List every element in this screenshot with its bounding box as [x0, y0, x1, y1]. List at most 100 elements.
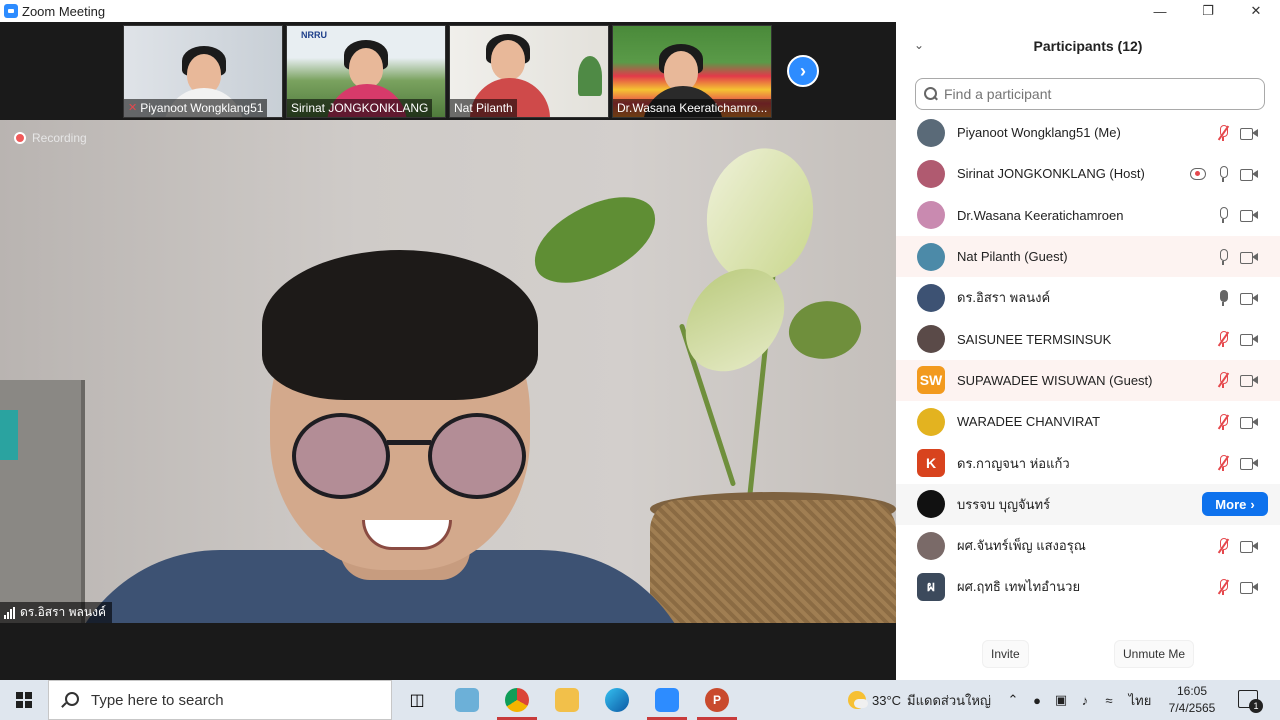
participant-row[interactable]: Nat Pilanth (Guest) [896, 235, 1280, 278]
taskbar-app-zoom[interactable] [643, 680, 691, 720]
participant-row[interactable]: SW SUPAWADEE WISUWAN (Guest) [896, 359, 1280, 402]
weather-widget[interactable]: 33°C มีแดดส่วนใหญ่ [848, 680, 991, 720]
video-camera-icon[interactable] [1240, 333, 1258, 347]
participant-avatar [917, 407, 945, 436]
participant-avatar: K [917, 449, 945, 478]
recording-indicator[interactable]: Recording [14, 131, 87, 145]
windows-logo-icon [16, 692, 32, 708]
video-camera-icon[interactable] [1240, 209, 1258, 223]
participant-avatar [917, 159, 945, 188]
participant-search-input[interactable] [944, 86, 1244, 102]
show-hidden-icons-icon[interactable]: ⌃ [1005, 692, 1021, 708]
mic-icon[interactable] [1216, 165, 1230, 182]
participant-row[interactable]: Dr.Wasana Keeratichamroen [896, 195, 1280, 236]
mic-muted-icon[interactable] [1216, 578, 1230, 595]
language-indicator[interactable]: ไทย [1127, 692, 1153, 708]
record-icon [14, 132, 26, 144]
clock-date: 7/4/2565 [1168, 701, 1216, 715]
participant-row[interactable]: ดร.อิสรา พลนงค์ [896, 277, 1280, 318]
clock[interactable]: 16:05 7/4/2565 [1162, 683, 1222, 717]
participant-row[interactable]: ผศ.จันทร์เพ็ญ แสงอรุณ [896, 525, 1280, 566]
participant-row[interactable]: WARADEE CHANVIRAT [896, 401, 1280, 442]
clock-time: 16:05 [1176, 684, 1208, 698]
taskbar-search[interactable]: Type here to search [48, 680, 392, 720]
participant-row[interactable]: SAISUNEE TERMSINSUK [896, 318, 1280, 359]
thumbnail-video[interactable]: Dr.Wasana Keeratichamro... [612, 25, 772, 118]
taskbar-search-placeholder: Type here to search [91, 691, 224, 709]
taskbar-app-explorer[interactable] [543, 680, 591, 720]
video-camera-icon[interactable] [1240, 416, 1258, 429]
video-camera-icon[interactable] [1240, 168, 1258, 181]
video-camera-icon[interactable] [1240, 292, 1258, 305]
unmute-me-button[interactable]: Unmute Me [1114, 640, 1195, 668]
participants-title: Participants (12) [1033, 38, 1143, 54]
mic-muted-icon[interactable] [1216, 124, 1230, 141]
mic-muted-icon: ✕ [128, 102, 138, 114]
taskbar-app-chrome[interactable] [493, 680, 541, 720]
window-title: Zoom Meeting [22, 3, 106, 19]
display-tray-icon[interactable]: ▣ [1053, 692, 1069, 708]
thumbnail-name: Dr.Wasana Keeratichamro... [617, 101, 768, 115]
mic-muted-icon[interactable] [1216, 537, 1230, 554]
taskbar-app-edge[interactable] [593, 680, 641, 720]
mic-icon[interactable] [1216, 248, 1230, 265]
participant-name: ผศ.ฤทธิ เทพไทอำนวย [957, 579, 1081, 595]
participant-row[interactable]: บรรจบ บุญจันทร์ More › [896, 483, 1280, 525]
mic-muted-icon[interactable] [1216, 372, 1230, 389]
participant-name: ผศ.จันทร์เพ็ญ แสงอรุณ [957, 538, 1086, 554]
close-button[interactable]: ✕ [1232, 0, 1280, 22]
zoom-app-icon [4, 4, 18, 18]
participant-name: SUPAWADEE WISUWAN (Guest) [957, 372, 1153, 388]
active-speaker-name: ดร.อิสรา พลนงค์ [20, 605, 106, 619]
participant-name: Piyanoot Wongklang51 (Me) [957, 125, 1121, 141]
zoom-icon [655, 688, 679, 712]
thumbnail-video[interactable]: NRRU Sirinat JONGKONKLANG [286, 25, 446, 118]
participants-panel: ⌄ Participants (12) Piyanoot Wongklang51… [896, 22, 1280, 680]
invite-button[interactable]: Invite [982, 640, 1029, 668]
notepad-icon [455, 688, 479, 712]
thumbnail-name: Sirinat JONGKONKLANG [291, 101, 429, 115]
participant-name: ดร.อิสรา พลนงค์ [957, 290, 1051, 306]
participant-row[interactable]: K ดร.กาญจนา ห่อแก้ว [896, 442, 1280, 483]
thumbnail-video[interactable]: ✕ Piyanoot Wongklang51 [123, 25, 283, 118]
maximize-button[interactable]: ❐ [1184, 0, 1232, 22]
video-camera-icon[interactable] [1240, 251, 1258, 264]
participant-search[interactable] [915, 78, 1265, 110]
mic-muted-icon[interactable] [1216, 455, 1230, 472]
microphone-tray-icon[interactable]: ● [1029, 692, 1045, 708]
task-view-button[interactable]: ◫ [393, 680, 441, 720]
minimize-button[interactable]: — [1136, 0, 1184, 22]
participant-row[interactable]: Piyanoot Wongklang51 (Me) [896, 112, 1280, 153]
more-button[interactable]: More › [1202, 492, 1268, 517]
weather-desc: มีแดดส่วนใหญ่ [907, 692, 991, 708]
next-page-button[interactable]: › [787, 55, 819, 87]
mic-icon[interactable] [1216, 207, 1230, 224]
mic-icon[interactable] [1216, 289, 1230, 306]
participant-name: บรรจบ บุญจันทร์ [957, 496, 1051, 512]
volume-icon[interactable]: ♪ [1077, 692, 1093, 708]
participant-row[interactable]: Sirinat JONGKONKLANG (Host) [896, 153, 1280, 194]
main-speaker-video[interactable] [0, 120, 896, 623]
participant-avatar: ผ [917, 572, 945, 601]
notification-icon[interactable]: 1 [1238, 690, 1263, 713]
participant-name: ดร.กาญจนา ห่อแก้ว [957, 455, 1070, 471]
video-camera-icon[interactable] [1240, 540, 1258, 553]
mic-muted-icon[interactable] [1216, 331, 1230, 348]
participant-avatar [917, 531, 945, 560]
taskbar-app-notepad[interactable] [443, 680, 491, 720]
participant-row[interactable]: ผ ผศ.ฤทธิ เทพไทอำนวย [896, 566, 1280, 607]
mic-muted-icon[interactable] [1216, 413, 1230, 430]
start-button[interactable] [0, 680, 48, 720]
participant-name: Nat Pilanth (Guest) [957, 249, 1068, 265]
thumbnail-video[interactable]: Nat Pilanth [449, 25, 609, 118]
participant-avatar: SW [917, 366, 945, 395]
video-camera-icon[interactable] [1240, 581, 1258, 594]
taskbar-app-powerpoint[interactable]: P [693, 680, 741, 720]
video-camera-icon[interactable] [1240, 127, 1258, 140]
video-camera-icon[interactable] [1240, 457, 1258, 471]
thumbnail-name: Nat Pilanth [454, 101, 513, 115]
participant-avatar [917, 242, 945, 271]
active-speaker-label: ดร.อิสรา พลนงค์ [0, 602, 112, 623]
wifi-icon[interactable]: ≈ [1101, 692, 1117, 708]
video-camera-icon[interactable] [1240, 374, 1258, 388]
